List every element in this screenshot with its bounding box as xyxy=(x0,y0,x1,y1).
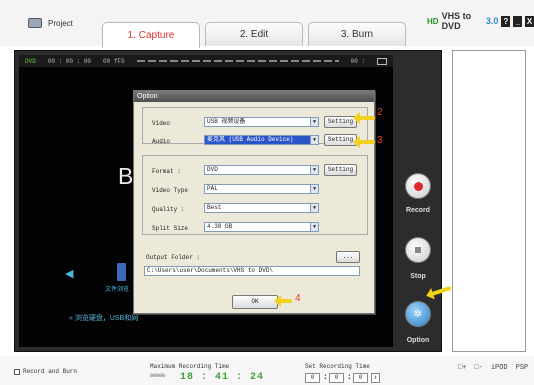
video-type-select[interactable]: PAL ▼ xyxy=(204,184,319,194)
format-select[interactable]: DVD ▼ xyxy=(204,165,319,175)
output-folder-label: Output Folder : xyxy=(146,254,201,261)
record-and-burn-checkbox[interactable]: Record and Burn xyxy=(14,368,77,375)
max-recording: Maximum Recording Time 00000 18 : 41 : 2… xyxy=(150,363,263,383)
chevron-down-icon: ▼ xyxy=(310,118,318,126)
split-size-value: 4.38 GB xyxy=(207,223,233,230)
tab-burn[interactable]: 3. Burn xyxy=(308,22,406,46)
fps-readout: 00 fFS xyxy=(103,57,125,65)
max-recording-time: 18 : 41 : 24 xyxy=(180,372,265,383)
folder-icon xyxy=(28,18,42,28)
tab-edit-label: 2. Edit xyxy=(239,29,269,40)
stepper-arrows[interactable]: ⇕ xyxy=(371,373,380,383)
stop-label: Stop xyxy=(410,273,426,280)
option-dialog: Option Video USB 视频设备 ▼ Setting Audio 麦克风… xyxy=(133,90,375,314)
panel-icons: □+ □- iPOD PSP xyxy=(458,364,528,372)
project-label: Project xyxy=(48,18,73,28)
app-version: 3.0 xyxy=(485,16,499,26)
close-button[interactable]: X xyxy=(525,15,534,27)
audio-label: Audio xyxy=(152,138,171,145)
bottom-bar: Record and Burn Maximum Recording Time 0… xyxy=(0,356,534,385)
record-button[interactable] xyxy=(405,173,431,199)
option-label: Option xyxy=(406,337,430,344)
set-recording: Set Recording Time 0 : 0 : 0 ⇕ xyxy=(305,363,380,383)
chevron-down-icon: ▼ xyxy=(310,185,318,193)
annotation-arrow-3 xyxy=(353,136,375,148)
video-type-value: PAL xyxy=(207,185,218,192)
dialog-title: Option xyxy=(134,91,374,102)
add-item-icon[interactable]: □+ xyxy=(458,364,466,372)
source-label: DVD xyxy=(25,57,36,65)
left-arrow-icon: ◀ xyxy=(65,268,74,280)
browse-button[interactable]: ... xyxy=(336,251,360,263)
project-button[interactable]: Project xyxy=(28,18,73,28)
hours-stepper[interactable]: 0 xyxy=(305,373,320,383)
colon-sep: : xyxy=(323,373,328,382)
tab-burn-label: 3. Burn xyxy=(340,29,374,40)
gear-icon: ✲ xyxy=(413,308,423,320)
tab-capture[interactable]: 1. Capture xyxy=(102,22,200,48)
chevron-down-icon: ▼ xyxy=(310,166,318,174)
video-type-label: Video Type xyxy=(152,187,189,194)
video-device-select[interactable]: USB 视频设备 ▼ xyxy=(204,117,319,127)
ipod-icon[interactable]: iPOD xyxy=(491,364,508,372)
stop-button[interactable] xyxy=(405,237,431,263)
chevron-down-icon: ▼ xyxy=(310,223,318,231)
output-folder-field[interactable]: C:\Users\user\Documents\VHS to DVD\ xyxy=(144,266,360,276)
option-button[interactable]: ✲ xyxy=(405,301,431,327)
video-device-value: USB 视频设备 xyxy=(207,118,246,125)
top-bar: Project 1. Capture 2. Edit 3. Burn HD VH… xyxy=(0,0,534,48)
library-label: 文件浏览 xyxy=(105,287,130,293)
max-recording-label: Maximum Recording Time xyxy=(150,363,230,370)
annotation-2: 2 xyxy=(377,107,383,118)
video-label: Video xyxy=(152,120,171,127)
tab-capture-label: 1. Capture xyxy=(127,30,175,41)
minimize-button[interactable]: _ xyxy=(513,15,523,27)
seconds-stepper[interactable]: 0 xyxy=(353,373,368,383)
split-size-select[interactable]: 4.38 GB ▼ xyxy=(204,222,319,232)
progress-track xyxy=(136,60,339,62)
colon-sep: : xyxy=(347,373,352,382)
app-brand: HD VHS to DVD 3.0 ? _ X xyxy=(427,11,534,31)
status-right: 00 : xyxy=(350,57,365,65)
video-status-bar: DVD 00 : 00 : 00 00 fFS 00 : xyxy=(19,55,393,67)
remove-item-icon[interactable]: □- xyxy=(474,364,482,372)
audio-device-value: 麦克风 (USB Audio Device) xyxy=(207,136,294,143)
record-icon xyxy=(413,181,423,191)
annotation-arrow-2 xyxy=(353,112,375,124)
record-label: Record xyxy=(405,207,431,214)
audio-device-select[interactable]: 麦克风 (USB Audio Device) ▼ xyxy=(204,135,319,145)
tab-edit[interactable]: 2. Edit xyxy=(205,22,303,46)
ok-button[interactable]: OK xyxy=(232,295,278,309)
snapshot-icon[interactable] xyxy=(377,57,387,65)
format-label: Format : xyxy=(152,168,181,175)
chevron-down-icon: ▼ xyxy=(310,136,318,144)
checkbox-box xyxy=(14,368,20,375)
library-icon xyxy=(117,263,126,281)
minutes-stepper[interactable]: 0 xyxy=(329,373,344,383)
quality-value: Best xyxy=(207,204,222,211)
leaf-icon: HD xyxy=(427,16,439,26)
format-setting-button[interactable]: Setting xyxy=(324,164,357,176)
psp-icon[interactable]: PSP xyxy=(516,364,529,372)
annotation-arrow-4 xyxy=(274,295,292,307)
control-column: Record Stop ✲ Option xyxy=(397,55,439,347)
stop-icon xyxy=(415,247,421,253)
set-recording-label: Set Recording Time xyxy=(305,363,370,370)
format-value: DVD xyxy=(207,166,218,173)
annotation-4: 4 xyxy=(295,293,301,304)
max-recording-small: 00000 xyxy=(150,373,166,379)
chevron-down-icon: ▼ xyxy=(310,204,318,212)
annotation-3: 3 xyxy=(377,135,383,146)
split-size-label: Split Size xyxy=(152,225,189,232)
quality-label: Quality : xyxy=(152,206,185,213)
app-name: VHS to DVD xyxy=(441,11,472,31)
record-and-burn-label: Record and Burn xyxy=(23,368,78,375)
help-button[interactable]: ? xyxy=(501,15,511,27)
project-list-panel[interactable] xyxy=(452,50,526,352)
quality-select[interactable]: Best ▼ xyxy=(204,203,319,213)
usb-text: » 浏览硬盘，USB和网 xyxy=(69,315,139,322)
timecode: 00 : 00 : 00 xyxy=(47,57,92,65)
